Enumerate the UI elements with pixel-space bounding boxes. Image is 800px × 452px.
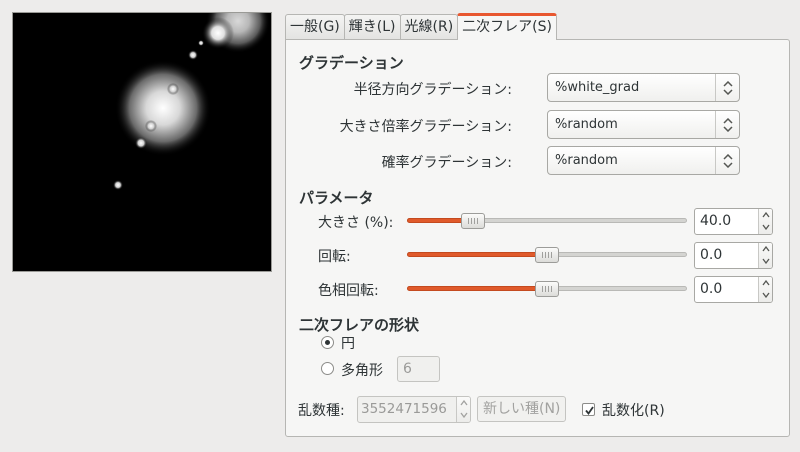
randomize-label[interactable]: 乱数化(R) bbox=[602, 400, 665, 420]
rotation-slider[interactable] bbox=[407, 247, 687, 263]
spin-arrows-icon[interactable] bbox=[758, 277, 772, 302]
probability-gradient-label: 確率グラデーション: bbox=[381, 155, 512, 171]
polygon-label[interactable]: 多角形 bbox=[341, 360, 383, 380]
tab-rays[interactable]: 光線(R) bbox=[399, 14, 459, 40]
size-factor-gradient-label: 大きさ倍率グラデーション: bbox=[339, 119, 512, 135]
seed-label: 乱数種: bbox=[298, 403, 345, 419]
spin-arrows-icon[interactable] bbox=[758, 243, 772, 268]
combo-arrows-icon bbox=[715, 74, 739, 101]
radial-gradient-select[interactable]: %white_grad bbox=[547, 73, 740, 102]
hue-rotation-label: 色相回転: bbox=[318, 283, 379, 299]
new-seed-button[interactable]: 新しい種(N) bbox=[477, 396, 567, 422]
hue-rotation-spinbox[interactable]: 0.0 bbox=[694, 276, 773, 303]
lens-flare-preview bbox=[13, 13, 271, 271]
seed-spinbox[interactable]: 3552471596 bbox=[357, 396, 471, 423]
tab-general[interactable]: 一般(G) bbox=[285, 14, 345, 40]
radial-gradient-value: %white_grad bbox=[555, 80, 640, 95]
checkmark-icon bbox=[585, 406, 594, 415]
randomize-checkbox[interactable] bbox=[582, 403, 595, 416]
hue-rotation-value: 0.0 bbox=[700, 281, 723, 297]
probability-gradient-value: %random bbox=[555, 153, 618, 168]
size-spinbox[interactable]: 40.0 bbox=[694, 208, 773, 235]
rotation-spinbox[interactable]: 0.0 bbox=[694, 242, 773, 269]
rotation-value: 0.0 bbox=[700, 247, 723, 263]
polygon-radio[interactable] bbox=[321, 362, 334, 375]
circle-label[interactable]: 円 bbox=[341, 333, 355, 353]
combo-arrows-icon bbox=[715, 147, 739, 174]
size-label: 大きさ (%): bbox=[318, 215, 394, 231]
slider-handle[interactable] bbox=[461, 213, 485, 229]
tab-bar: 一般(G) 輝き(L) 光線(R) 二次フレア(S) bbox=[285, 13, 557, 40]
probability-gradient-select[interactable]: %random bbox=[547, 146, 740, 175]
slider-handle[interactable] bbox=[535, 281, 559, 297]
radial-gradient-label: 半径方向グラデーション: bbox=[353, 82, 512, 98]
rotation-label: 回転: bbox=[318, 249, 351, 265]
hue-rotation-slider[interactable] bbox=[407, 281, 687, 297]
parameters-section-title: パラメータ bbox=[299, 189, 374, 207]
gradient-section-title: グラデーション bbox=[299, 54, 404, 72]
spin-arrows-icon[interactable] bbox=[456, 397, 470, 422]
size-value: 40.0 bbox=[700, 213, 732, 229]
tab-second-flares[interactable]: 二次フレア(S) bbox=[457, 13, 557, 40]
circle-radio[interactable] bbox=[321, 336, 334, 349]
polygon-sides-input[interactable]: 6 bbox=[397, 356, 440, 382]
polygon-sides-value: 6 bbox=[403, 361, 412, 377]
size-factor-gradient-select[interactable]: %random bbox=[547, 110, 740, 139]
seed-value: 3552471596 bbox=[361, 401, 447, 417]
size-factor-gradient-value: %random bbox=[555, 117, 618, 132]
spin-arrows-icon[interactable] bbox=[758, 209, 772, 234]
combo-arrows-icon bbox=[715, 111, 739, 138]
shape-section-title: 二次フレアの形状 bbox=[299, 316, 420, 334]
tab-glow[interactable]: 輝き(L) bbox=[343, 14, 401, 40]
preview-image bbox=[12, 12, 272, 272]
slider-handle[interactable] bbox=[535, 247, 559, 263]
size-slider[interactable] bbox=[407, 213, 687, 229]
